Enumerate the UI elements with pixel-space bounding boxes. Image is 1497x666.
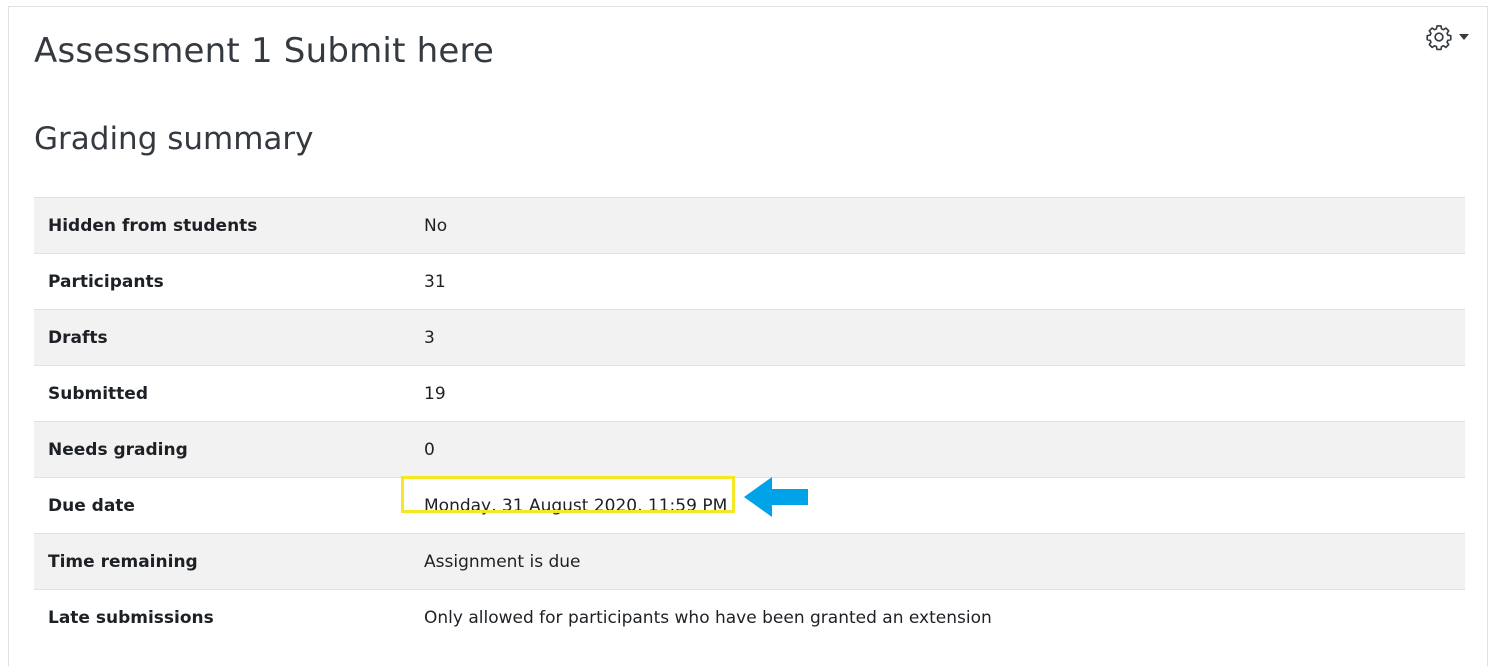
gear-icon [1425, 23, 1453, 51]
table-row-participants: Participants 31 [34, 253, 1465, 310]
row-value: No [410, 197, 1465, 254]
table-row-drafts: Drafts 3 [34, 309, 1465, 366]
row-label: Drafts [34, 309, 410, 366]
settings-menu-button[interactable] [1425, 23, 1469, 51]
page-title: Assessment 1 Submit here [34, 31, 495, 71]
due-date-highlight: Monday, 31 August 2020, 11:59 PM [401, 475, 808, 517]
row-value-due-date: Monday, 31 August 2020, 11:59 PM [401, 475, 1465, 534]
row-label: Late submissions [34, 589, 410, 646]
grading-summary-heading: Grading summary [34, 121, 314, 157]
caret-down-icon [1459, 34, 1469, 40]
arrow-left-icon [744, 476, 810, 522]
row-label: Hidden from students [34, 197, 410, 254]
row-label: Participants [34, 253, 410, 310]
row-value: 31 [410, 253, 1465, 310]
row-value: 3 [410, 309, 1465, 366]
row-value: Assignment is due [410, 533, 1465, 590]
table-row-needs-grading: Needs grading 0 [34, 421, 1465, 478]
table-row-hidden-from-students: Hidden from students No [34, 197, 1465, 254]
table-row-time-remaining: Time remaining Assignment is due [34, 533, 1465, 590]
row-value: 19 [410, 365, 1465, 422]
row-value: 0 [410, 421, 1465, 478]
row-label: Due date [34, 477, 410, 534]
table-row-submitted: Submitted 19 [34, 365, 1465, 422]
row-label: Needs grading [34, 421, 410, 478]
grading-summary-table: Hidden from students No Participants 31 … [34, 197, 1465, 646]
row-value: Only allowed for participants who have b… [410, 589, 1465, 646]
table-row-due-date: Due date Monday, 31 August 2020, 11:59 P… [34, 475, 1465, 534]
table-row-late-submissions: Late submissions Only allowed for partic… [34, 589, 1465, 646]
row-label: Submitted [34, 365, 410, 422]
row-label: Time remaining [34, 533, 410, 590]
due-date-value: Monday, 31 August 2020, 11:59 PM [424, 495, 728, 516]
assignment-card: Assessment 1 Submit here Grading summary… [8, 6, 1488, 666]
